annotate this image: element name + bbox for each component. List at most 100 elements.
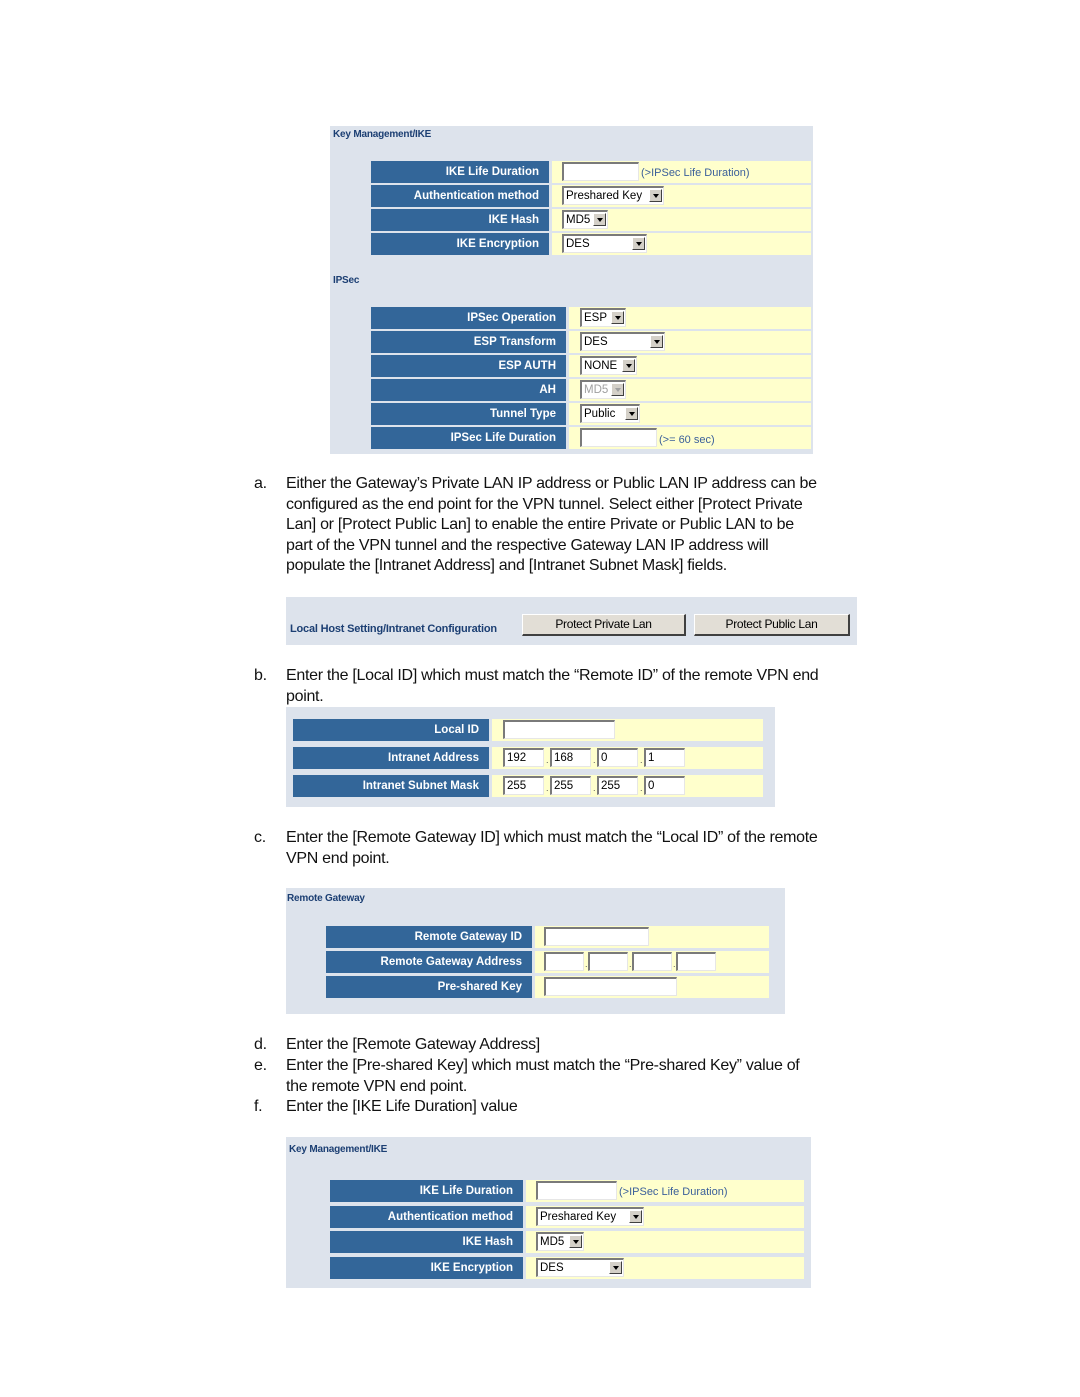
step-a: a. Either the Gateway’s Private LAN IP a… bbox=[254, 474, 934, 579]
chevron-down-icon[interactable] bbox=[625, 407, 638, 420]
ike-hash-label-2: IKE Hash bbox=[330, 1231, 523, 1253]
ipsec-operation-select[interactable]: ESP bbox=[580, 308, 626, 327]
preshared-key-label: Pre-shared Key bbox=[326, 976, 532, 998]
auth-method-label-2: Authentication method bbox=[330, 1206, 523, 1228]
local-id-input[interactable] bbox=[503, 720, 615, 739]
ipsec-life-duration-hint: (>= 60 sec) bbox=[659, 434, 715, 446]
esp-transform-select[interactable]: DES bbox=[580, 332, 665, 351]
remote-gateway-octet-3[interactable] bbox=[632, 952, 672, 971]
step-b: b. Enter the [Local ID] which must match… bbox=[254, 666, 934, 708]
chevron-down-icon[interactable] bbox=[650, 335, 663, 348]
intranet-address-octet-2[interactable]: 168 bbox=[550, 748, 591, 767]
esp-auth-label: ESP AUTH bbox=[371, 355, 566, 377]
key-management-title: Key Management/IKE bbox=[333, 129, 432, 140]
esp-transform-value: DES bbox=[584, 336, 608, 348]
remote-gateway-octet-4[interactable] bbox=[676, 952, 716, 971]
intranet-address-octet-1[interactable]: 192 bbox=[503, 748, 544, 767]
auth-method-select-2[interactable]: Preshared Key bbox=[536, 1207, 644, 1226]
step-e-line: the remote VPN end point. bbox=[286, 1077, 468, 1095]
tunnel-type-select[interactable]: Public bbox=[580, 404, 640, 423]
ike-hash-label: IKE Hash bbox=[371, 209, 549, 231]
protect-public-lan-button[interactable]: Protect Public Lan bbox=[694, 614, 850, 636]
subnet-mask-octet-2[interactable]: 255 bbox=[550, 776, 591, 795]
key-management-title-2: Key Management/IKE bbox=[289, 1144, 388, 1155]
chevron-down-icon bbox=[611, 383, 624, 396]
ike-ipsec-panel: Key Management/IKE IKE Life Duration (>I… bbox=[330, 126, 813, 454]
esp-transform-label: ESP Transform bbox=[371, 331, 566, 353]
chevron-down-icon[interactable] bbox=[609, 1261, 622, 1274]
ike-hash-value: MD5 bbox=[566, 214, 591, 226]
step-a-marker: a. bbox=[254, 475, 267, 492]
step-c: c. Enter the [Remote Gateway ID] which m… bbox=[254, 828, 934, 870]
subnet-mask-octet-1[interactable]: 255 bbox=[503, 776, 544, 795]
subnet-mask-octet-3[interactable]: 255 bbox=[597, 776, 638, 795]
ah-select: MD5 bbox=[580, 380, 626, 399]
intranet-address-octet-4[interactable]: 1 bbox=[644, 748, 685, 767]
remote-gateway-title: Remote Gateway bbox=[287, 893, 365, 904]
octet-separator: . bbox=[546, 755, 549, 765]
esp-auth-select[interactable]: NONE bbox=[580, 356, 637, 375]
step-d-marker: d. bbox=[254, 1036, 267, 1053]
ike-life-duration-label: IKE Life Duration bbox=[371, 161, 549, 183]
subnet-mask-octet-4[interactable]: 0 bbox=[644, 776, 685, 795]
intranet-subnet-mask-label: Intranet Subnet Mask bbox=[293, 775, 489, 797]
auth-method-select[interactable]: Preshared Key bbox=[562, 186, 664, 205]
chevron-down-icon[interactable] bbox=[622, 359, 635, 372]
step-e: e. Enter the [Pre-shared Key] which must… bbox=[254, 1056, 934, 1098]
ike-encryption-value: DES bbox=[566, 238, 590, 250]
intranet-address-octet-3[interactable]: 0 bbox=[597, 748, 638, 767]
step-a-line: configured as the end point for the VPN … bbox=[286, 495, 803, 513]
preshared-key-input[interactable] bbox=[544, 977, 677, 996]
ike-hash-value-2: MD5 bbox=[540, 1236, 565, 1248]
ike-life-duration-hint-2: (>IPSec Life Duration) bbox=[619, 1186, 728, 1198]
step-a-line: Either the Gateway’s Private LAN IP addr… bbox=[286, 475, 817, 492]
chevron-down-icon[interactable] bbox=[593, 213, 606, 226]
ike-encryption-select[interactable]: DES bbox=[562, 234, 647, 253]
local-host-panel: Local Host Setting/Intranet Configuratio… bbox=[286, 597, 857, 645]
step-a-line: part of the VPN tunnel and the respectiv… bbox=[286, 536, 769, 554]
ike-life-duration-input[interactable] bbox=[562, 162, 639, 181]
remote-gateway-address-label: Remote Gateway Address bbox=[326, 951, 532, 973]
octet-separator: . bbox=[640, 783, 643, 793]
ipsec-operation-label: IPSec Operation bbox=[371, 307, 566, 329]
local-id-panel: Local ID Intranet Address 192 . 168 . 0 … bbox=[286, 707, 775, 807]
step-f-line: Enter the [IKE Life Duration] value bbox=[286, 1098, 518, 1115]
ah-value: MD5 bbox=[584, 384, 609, 396]
auth-method-value-2: Preshared Key bbox=[540, 1211, 617, 1223]
octet-separator: . bbox=[546, 783, 549, 793]
ah-label: AH bbox=[371, 379, 566, 401]
chevron-down-icon[interactable] bbox=[629, 1210, 642, 1223]
step-b-line: Enter the [Local ID] which must match th… bbox=[286, 667, 819, 684]
remote-gateway-id-input[interactable] bbox=[544, 927, 649, 946]
remote-gateway-octet-2[interactable] bbox=[588, 952, 628, 971]
remote-gateway-panel: Remote Gateway Remote Gateway ID Remote … bbox=[286, 888, 785, 1014]
chevron-down-icon[interactable] bbox=[569, 1235, 582, 1248]
ipsec-operation-value: ESP bbox=[584, 312, 608, 324]
ike-encryption-select-2[interactable]: DES bbox=[536, 1258, 624, 1277]
local-id-label: Local ID bbox=[293, 719, 489, 741]
chevron-down-icon[interactable] bbox=[632, 237, 645, 250]
octet-separator: . bbox=[640, 755, 643, 765]
step-d: d. Enter the [Remote Gateway Address] bbox=[254, 1035, 934, 1056]
ike-hash-select[interactable]: MD5 bbox=[562, 210, 608, 229]
ike-life-duration-label-2: IKE Life Duration bbox=[330, 1180, 523, 1202]
auth-method-value: Preshared Key bbox=[566, 190, 643, 202]
ipsec-life-duration-label: IPSec Life Duration bbox=[371, 427, 566, 449]
step-e-line: Enter the [Pre-shared Key] which must ma… bbox=[286, 1057, 800, 1074]
step-c-line: VPN end point. bbox=[286, 849, 390, 867]
ike-hash-select-2[interactable]: MD5 bbox=[536, 1232, 584, 1251]
ike-life-duration-input-2[interactable] bbox=[536, 1181, 617, 1200]
step-f-marker: f. bbox=[254, 1098, 263, 1115]
step-b-line: point. bbox=[286, 687, 324, 705]
esp-auth-value: NONE bbox=[584, 360, 618, 372]
intranet-address-label: Intranet Address bbox=[293, 747, 489, 769]
ipsec-life-duration-input[interactable] bbox=[580, 428, 657, 447]
local-host-title: Local Host Setting/Intranet Configuratio… bbox=[290, 623, 497, 635]
protect-private-lan-button[interactable]: Protect Private Lan bbox=[522, 614, 686, 636]
step-b-marker: b. bbox=[254, 667, 267, 684]
remote-gateway-id-label: Remote Gateway ID bbox=[326, 926, 532, 948]
chevron-down-icon[interactable] bbox=[611, 311, 624, 324]
remote-gateway-octet-1[interactable] bbox=[544, 952, 584, 971]
ike-encryption-value-2: DES bbox=[540, 1262, 564, 1274]
chevron-down-icon[interactable] bbox=[649, 189, 662, 202]
